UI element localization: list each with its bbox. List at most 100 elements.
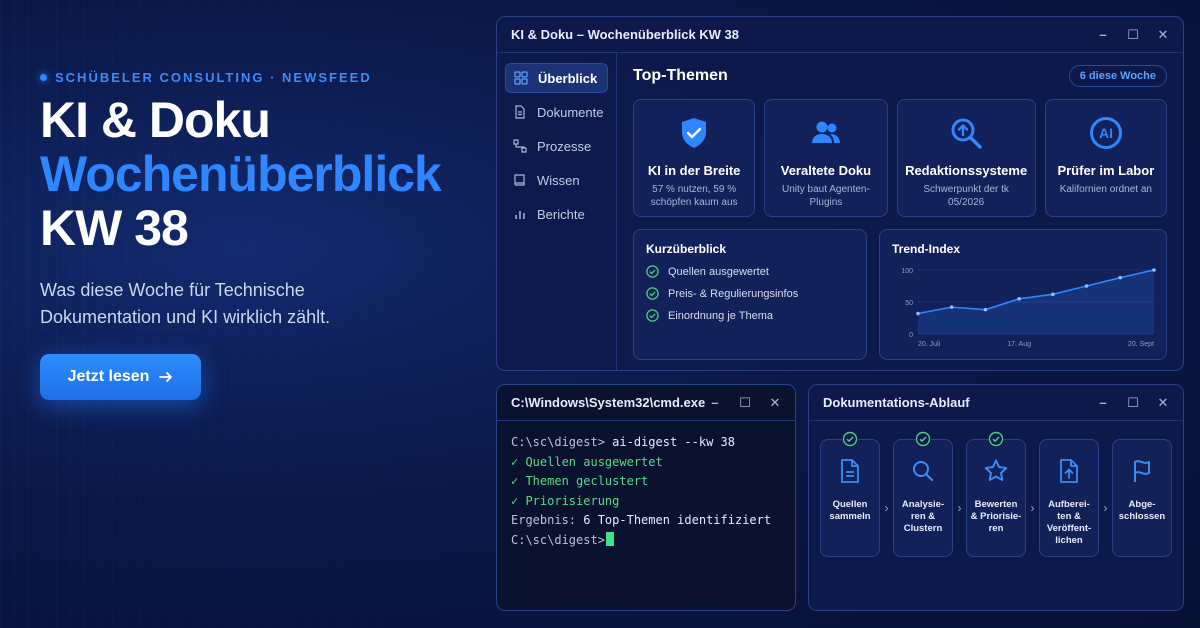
star-icon bbox=[984, 459, 1008, 482]
flow-window-titlebar: Dokumentations-Ablauf – ☐ ✕ bbox=[809, 385, 1183, 421]
terminal-command: ai-digest --kw 38 bbox=[604, 435, 735, 449]
topic-card[interactable]: AI Prüfer im Labor Kalifornien ordnet an bbox=[1044, 99, 1167, 217]
sidebar-item-documents[interactable]: Dokumente bbox=[505, 97, 608, 127]
trend-panel: Trend-Index 0 50 100 20. Juli 17. Aug 20. Sep… bbox=[879, 229, 1167, 360]
close-button[interactable]: ✕ bbox=[769, 395, 781, 411]
x-tick-label: 20. Juli bbox=[918, 341, 941, 348]
flow-step-label: Abge-schlossen bbox=[1118, 499, 1166, 522]
sidebar-item-knowledge[interactable]: Wissen bbox=[505, 165, 608, 195]
sidebar-item-label: Berichte bbox=[537, 206, 585, 222]
read-now-label: Jetzt lesen bbox=[67, 368, 150, 385]
main-window: KI & Doku – Wochenüberblick KW 38 – ☐ ✕ … bbox=[496, 16, 1184, 371]
flow-step-label: Bewerten & Priorisie-ren bbox=[970, 499, 1022, 534]
topic-card[interactable]: Veraltete Doku Unity baut Agenten-Plugin… bbox=[764, 99, 888, 217]
trend-point bbox=[1017, 297, 1021, 301]
hero-title-line1: KI & Doku bbox=[40, 92, 271, 148]
chevron-right-icon: › bbox=[884, 501, 889, 515]
maximize-button[interactable]: ☐ bbox=[1127, 27, 1139, 43]
cursor bbox=[605, 531, 614, 546]
terminal-line: Ergebnis: 6 Top-Themen identifiziert bbox=[511, 511, 781, 531]
shield-check-icon bbox=[682, 118, 707, 148]
terminal-line: ✓ Themen geclustert bbox=[511, 474, 649, 488]
trend-point bbox=[1152, 268, 1156, 272]
trend-chart: 0 50 100 20. Juli 17. Aug 20. Sept bbox=[901, 268, 1156, 348]
topic-desc: 57 % nutzen, 59 % schöpfen kaum aus bbox=[650, 184, 738, 208]
read-now-button[interactable]: Jetzt lesen bbox=[40, 354, 201, 400]
chevron-right-icon: › bbox=[1030, 501, 1035, 515]
flag-icon bbox=[1134, 460, 1150, 482]
chevron-right-icon: › bbox=[957, 501, 962, 515]
main-window-titlebar: KI & Doku – Wochenüberblick KW 38 – ☐ ✕ bbox=[497, 17, 1183, 53]
hero-subtitle: Was diese Woche für Technische Dokumenta… bbox=[40, 280, 331, 327]
maximize-button[interactable]: ☐ bbox=[1127, 395, 1139, 411]
sidebar-item-label: Dokumente bbox=[537, 104, 604, 120]
topic-title: Veraltete Doku bbox=[780, 163, 872, 178]
y-tick-label: 100 bbox=[901, 268, 913, 275]
summary-item-label: Einordnung je Thema bbox=[668, 309, 773, 322]
minimize-button[interactable]: – bbox=[1097, 395, 1109, 411]
ai-icon: AI bbox=[1089, 117, 1122, 149]
result-label: Ergebnis: bbox=[511, 513, 577, 527]
terminal-output[interactable]: C:\sc\digest> ai-digest --kw 38 ✓ Quelle… bbox=[497, 421, 795, 562]
sidebar-item-label: Wissen bbox=[537, 172, 580, 188]
flow-step[interactable]: Analysie-ren & Clustern bbox=[893, 431, 953, 557]
arrow-right-icon bbox=[159, 372, 173, 382]
topic-card[interactable]: KI in der Breite 57 % nutzen, 59 % schöp… bbox=[633, 99, 756, 217]
terminal-line: C:\sc\digest> bbox=[511, 531, 781, 551]
summary-item: Einordnung je Thema bbox=[646, 309, 854, 322]
check-circle-icon bbox=[842, 431, 858, 447]
y-tick-label: 50 bbox=[905, 300, 913, 307]
process-icon bbox=[513, 139, 527, 153]
check-circle-icon bbox=[915, 431, 931, 447]
terminal-line: C:\sc\digest> ai-digest --kw 38 bbox=[511, 433, 781, 453]
trend-point bbox=[1118, 275, 1123, 280]
flow-step[interactable]: Aufberei-ten & Veröffent-lichen bbox=[1039, 439, 1099, 557]
cmd-window: C:\Windows\System32\cmd.exe – ☐ ✕ C:\sc\… bbox=[496, 384, 796, 611]
upload-icon bbox=[1060, 459, 1078, 483]
maximize-button[interactable]: ☐ bbox=[739, 395, 751, 411]
terminal-line: ✓ Priorisierung bbox=[511, 493, 620, 508]
topic-cards: KI in der Breite 57 % nutzen, 59 % schöp… bbox=[633, 99, 1167, 217]
sidebar-item-reports[interactable]: Berichte bbox=[505, 199, 608, 229]
topic-card[interactable]: Redaktionssysteme Schwerpunkt der tk 05/… bbox=[896, 99, 1036, 217]
section-title: Top-Themen bbox=[633, 67, 728, 84]
trend-point bbox=[1084, 284, 1089, 288]
sidebar-item-overview[interactable]: Überblick bbox=[505, 63, 608, 93]
cmd-window-titlebar: C:\Windows\System32\cmd.exe – ☐ ✕ bbox=[497, 385, 795, 421]
book-icon bbox=[514, 174, 525, 186]
trend-point bbox=[916, 311, 920, 316]
count-badge: 6 diese Woche bbox=[1068, 65, 1167, 87]
trend-point bbox=[949, 305, 954, 309]
y-tick-label: 0 bbox=[909, 332, 913, 339]
topic-desc: Unity baut Agenten-Plugins bbox=[781, 184, 870, 208]
summary-title: Kurzüberblick bbox=[646, 242, 727, 256]
close-button[interactable]: ✕ bbox=[1157, 27, 1169, 43]
topic-title: KI in der Breite bbox=[647, 163, 741, 178]
terminal-prompt: C:\sc\digest> bbox=[511, 435, 605, 449]
flow-steps: Quellen sammeln › Analysie-ren & Cluster… bbox=[809, 421, 1183, 557]
flow-window: Dokumentations-Ablauf – ☐ ✕ Quellen samm… bbox=[808, 384, 1184, 611]
hero-title-line3: KW 38 bbox=[40, 200, 189, 256]
document-icon bbox=[841, 459, 859, 483]
topic-desc: Schwerpunkt der tk 05/2026 bbox=[923, 184, 1009, 208]
bar-chart-icon bbox=[515, 211, 525, 219]
hero-title: KI & Doku Wochenüberblick KW 38 bbox=[40, 95, 480, 253]
users-icon bbox=[811, 121, 840, 143]
document-icon bbox=[515, 105, 525, 119]
flow-step[interactable]: Bewerten & Priorisie-ren bbox=[966, 431, 1026, 557]
minimize-button[interactable]: – bbox=[1097, 27, 1109, 43]
chevron-right-icon: › bbox=[1103, 501, 1108, 515]
cmd-window-title: C:\Windows\System32\cmd.exe bbox=[511, 395, 706, 410]
flow-step-label: Quellen sammeln bbox=[829, 499, 871, 522]
sidebar-item-processes[interactable]: Prozesse bbox=[505, 131, 608, 161]
sidebar-item-label: Überblick bbox=[538, 70, 598, 86]
flow-step[interactable]: Quellen sammeln bbox=[820, 431, 880, 557]
terminal-prompt: C:\sc\digest> bbox=[511, 532, 605, 547]
close-button[interactable]: ✕ bbox=[1157, 395, 1169, 411]
topic-title: Redaktionssysteme bbox=[905, 163, 1028, 178]
flow-step[interactable]: Abge-schlossen bbox=[1112, 439, 1172, 557]
minimize-button[interactable]: – bbox=[709, 395, 721, 411]
summary-item: Quellen ausgewertet bbox=[646, 265, 854, 278]
x-tick-label: 17. Aug bbox=[1007, 341, 1031, 348]
trend-point bbox=[1051, 292, 1055, 297]
